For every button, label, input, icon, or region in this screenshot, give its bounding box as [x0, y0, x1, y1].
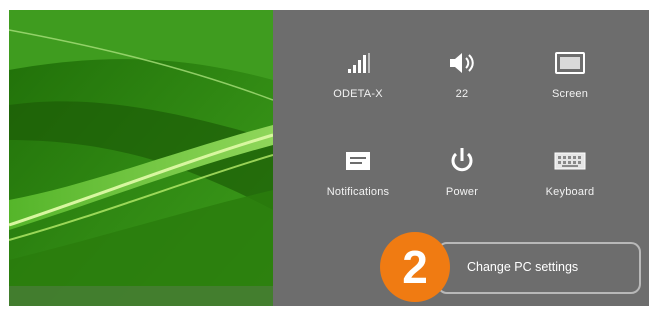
wallpaper-graphic — [9, 10, 273, 306]
wifi-signal-icon — [303, 46, 413, 80]
volume-tile[interactable]: 22 — [407, 46, 517, 116]
network-tile[interactable]: ODETA-X — [303, 46, 413, 116]
screen-tile[interactable]: Screen — [515, 46, 625, 116]
desktop-wallpaper — [9, 10, 273, 306]
screen-label: Screen — [551, 88, 589, 100]
volume-label: 22 — [455, 88, 469, 100]
screen-brightness-icon — [515, 46, 625, 80]
power-tile[interactable]: Power — [407, 144, 517, 214]
network-label: ODETA-X — [333, 88, 383, 100]
screenshot-frame: ODETA-X 22 Screen Notifications Power Ke… — [9, 10, 649, 306]
change-pc-settings-label: Change PC settings — [467, 260, 579, 274]
power-label: Power — [445, 186, 479, 198]
notifications-icon — [303, 144, 413, 178]
keyboard-tile[interactable]: Keyboard — [515, 144, 625, 214]
keyboard-label: Keyboard — [545, 186, 595, 198]
step-number-badge: 2 — [380, 232, 450, 302]
volume-icon — [407, 46, 517, 80]
keyboard-icon — [515, 144, 625, 178]
notifications-tile[interactable]: Notifications — [303, 144, 413, 214]
notifications-label: Notifications — [326, 186, 390, 198]
power-icon — [407, 144, 517, 178]
